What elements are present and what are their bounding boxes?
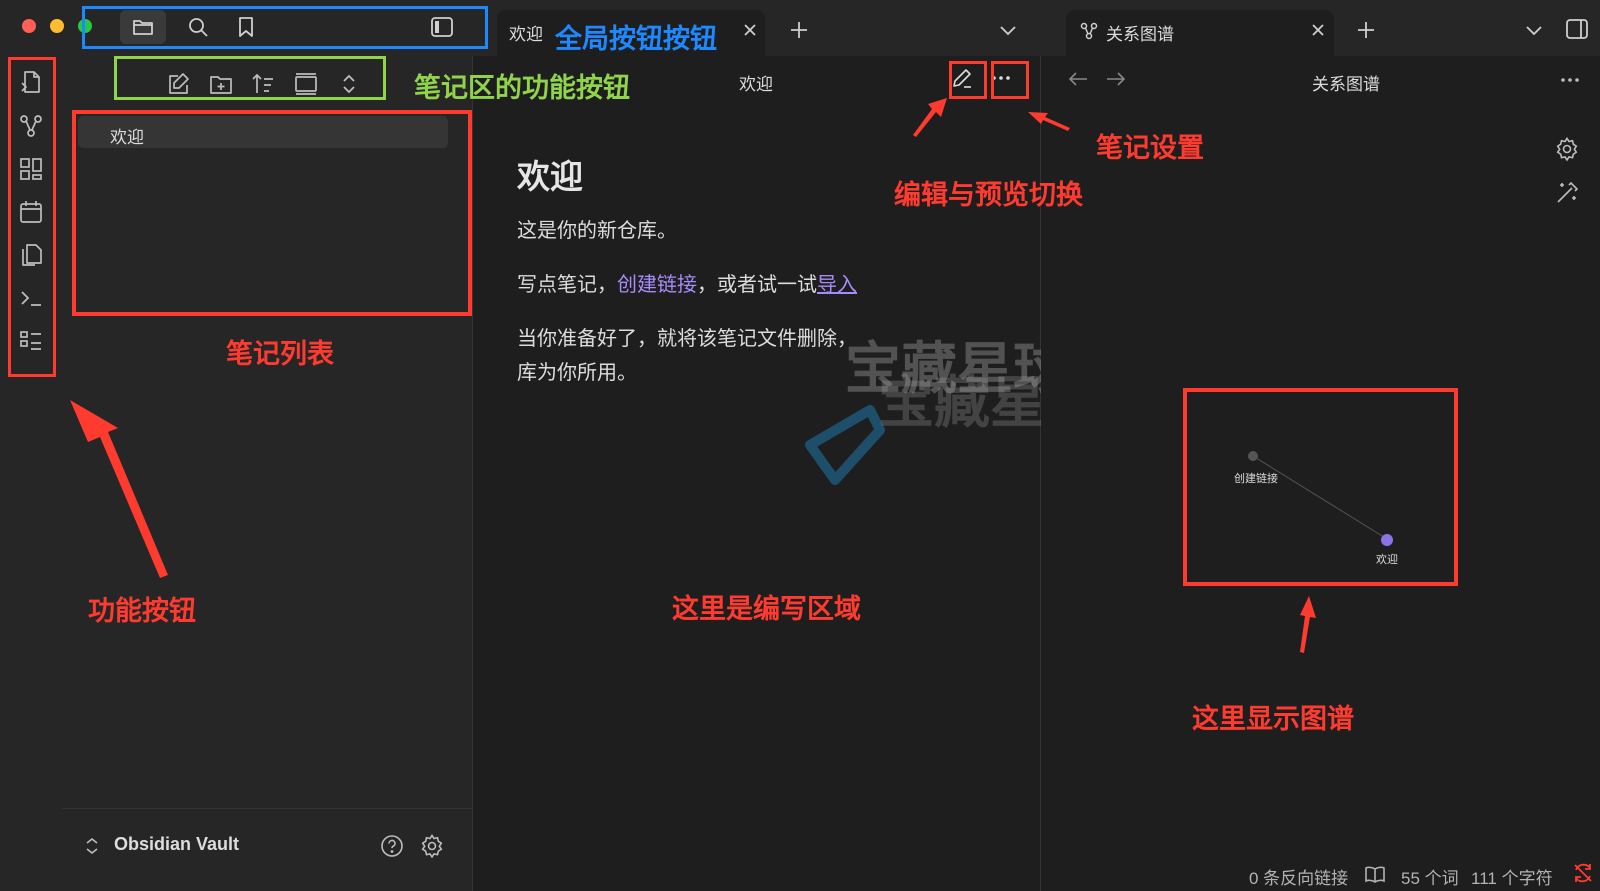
note-line-2: 写点笔记，创建链接，或者试一试导入	[517, 268, 857, 297]
annotation-note-area-buttons: 笔记区的功能按钮	[414, 73, 630, 103]
graph-settings-gear-icon[interactable]	[1554, 136, 1580, 162]
word-count: 55 个词	[1401, 869, 1459, 888]
vault-switcher-chevron-icon[interactable]	[84, 836, 100, 856]
close-window-button[interactable]	[22, 19, 36, 33]
plus-icon	[791, 22, 807, 38]
link-import[interactable]: 导入	[817, 274, 857, 296]
forward-arrow-icon[interactable]	[1105, 70, 1127, 88]
edit-toggle-box	[949, 61, 987, 99]
annotation-graph-display: 这里显示图谱	[1192, 704, 1354, 734]
right-tab-list-dropdown[interactable]	[1520, 16, 1548, 44]
backlinks-count[interactable]: 0 条反向链接	[1249, 864, 1348, 889]
note-line-3a: 当你准备好了，就将该笔记文件删除，	[517, 328, 857, 350]
close-icon	[744, 24, 756, 36]
close-graph-tab-button[interactable]	[1306, 18, 1330, 42]
toggle-right-sidebar-button[interactable]	[1562, 14, 1592, 44]
close-tab-button[interactable]	[738, 18, 762, 42]
annotation-note-settings: 笔记设置	[1096, 133, 1204, 163]
annotation-function-buttons: 功能按钮	[88, 596, 196, 626]
back-arrow-icon[interactable]	[1067, 70, 1089, 88]
reading-mode-book-icon[interactable]	[1364, 864, 1386, 884]
ribbon-box	[8, 57, 56, 377]
vault-name[interactable]: Obsidian Vault	[114, 834, 239, 855]
note-line-2-prefix: 写点笔记，	[517, 274, 617, 296]
chevron-down-icon	[1000, 26, 1016, 36]
tab-list-dropdown[interactable]	[994, 16, 1022, 44]
graph-display-box	[1183, 388, 1458, 586]
global-buttons-box	[82, 6, 488, 49]
note-settings-box	[991, 61, 1029, 99]
graph-header-title: 关系图谱	[1312, 75, 1380, 94]
annotation-writing-area: 这里是编写区域	[672, 594, 861, 624]
magic-wand-icon[interactable]	[1554, 180, 1580, 206]
chevron-down-icon	[1526, 26, 1542, 36]
char-count: 111 个字符	[1471, 869, 1553, 888]
sidebar-right-icon	[1566, 19, 1588, 39]
watermark-logo-icon	[805, 405, 885, 485]
close-icon	[1312, 24, 1324, 36]
more-options-icon[interactable]	[1558, 68, 1582, 92]
tab-graph-label: 关系图谱	[1106, 25, 1174, 44]
graph-icon	[1080, 22, 1098, 40]
note-title: 欢迎	[517, 158, 583, 195]
link-create-links[interactable]: 创建链接	[617, 274, 697, 296]
footer-divider	[62, 808, 472, 809]
new-tab-right-button[interactable]	[1352, 16, 1380, 44]
annotation-global-buttons: 全局按钮按钮	[555, 24, 717, 54]
settings-gear-icon[interactable]	[419, 833, 445, 859]
sync-status-icon[interactable]	[1572, 862, 1594, 884]
annotation-edit-preview-toggle: 编辑与预览切换	[894, 180, 1083, 210]
plus-icon	[1358, 22, 1374, 38]
editor-header-title: 欢迎	[739, 75, 773, 94]
note-line-2-middle: ，或者试一试	[697, 274, 817, 296]
annotation-note-list: 笔记列表	[226, 339, 334, 369]
help-icon[interactable]	[379, 833, 405, 859]
minimize-window-button[interactable]	[50, 19, 64, 33]
note-list-box	[72, 110, 472, 316]
tab-welcome-label: 欢迎	[509, 25, 543, 44]
note-line-3b: 库为你所用。	[517, 362, 637, 384]
note-line-1: 这是你的新仓库。	[517, 220, 677, 242]
note-area-buttons-box	[114, 56, 386, 100]
new-tab-button[interactable]	[785, 16, 813, 44]
